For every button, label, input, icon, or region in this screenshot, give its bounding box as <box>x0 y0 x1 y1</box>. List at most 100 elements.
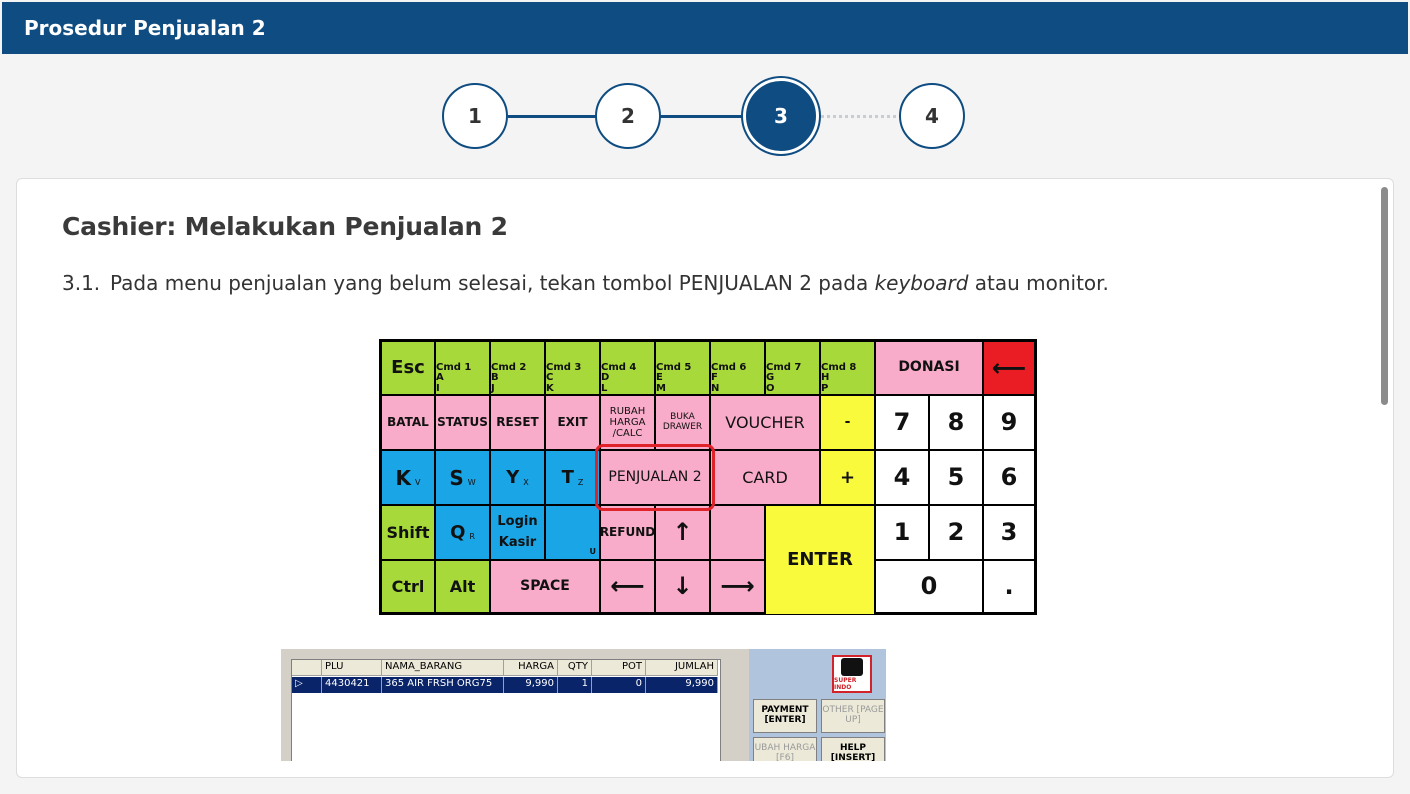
key-k: KV <box>381 450 435 505</box>
instruction-number: 3.1. <box>62 271 101 295</box>
key-y: YX <box>490 450 545 505</box>
key-alt: Alt <box>435 560 490 613</box>
key-voucher: VOUCHER <box>710 395 820 450</box>
arrow-left-icon: ⟵ <box>610 572 645 601</box>
key-3-label: 3 <box>1000 518 1018 547</box>
col-harga: HARGA <box>504 660 558 675</box>
key-cmd-1-sub-a: A <box>436 372 444 383</box>
key-cmd-6-sub-a: F <box>711 372 718 383</box>
key-cmd-5-sub-b: M <box>656 382 666 394</box>
key-buka-drawer-label: BUKA DRAWER <box>662 411 703 432</box>
key-6: 6 <box>983 450 1035 505</box>
key-shift-label: Shift <box>386 522 430 542</box>
key-cmd-2: Cmd 2BJ <box>490 341 545 395</box>
key-9-label: 9 <box>1000 408 1018 437</box>
key-rubah-harga-label: RUBAH HARGA /CALC <box>609 406 646 439</box>
key-buka-drawer: BUKA DRAWER <box>655 395 710 450</box>
step-1[interactable]: 1 <box>442 83 508 149</box>
key-s: SW <box>435 450 490 505</box>
key-k-sub: V <box>415 478 421 488</box>
key-plus-label: + <box>839 466 856 488</box>
highlight-penjualan-2 <box>595 444 715 511</box>
key-0: 0 <box>875 560 983 613</box>
key-exit-label: EXIT <box>557 414 588 429</box>
key-u: U <box>545 505 600 560</box>
key-login-kasir-label: Login Kasir <box>497 513 538 550</box>
instruction-step-3-1: 3.1. Pada menu penjualan yang belum seles… <box>62 271 1109 295</box>
cell-jumlah: 9,990 <box>646 677 718 693</box>
key-backspace: ⟵ <box>983 341 1035 395</box>
instruction-text-before: Pada menu penjualan yang belum selesai, … <box>110 271 679 295</box>
key-cmd-7: Cmd 7GO <box>765 341 820 395</box>
key-7-label: 7 <box>893 408 911 437</box>
superindo-logo: SUPER INDO <box>832 655 872 693</box>
key-ctrl-label: Ctrl <box>391 576 425 596</box>
step-3-current[interactable]: 3 <box>746 81 816 151</box>
cell-qty: 1 <box>558 677 592 693</box>
arrow-right-icon: ⟶ <box>720 572 755 601</box>
col-plu: PLU <box>322 660 382 675</box>
col-marker <box>292 660 322 675</box>
key-q-sub: R <box>469 532 475 542</box>
key-donasi: DONASI <box>875 341 983 395</box>
key-cmd-8-sub-b: P <box>821 382 829 394</box>
key-alt-label: Alt <box>449 576 476 596</box>
table-row: ▷ 4430421 365 AIR FRSH ORG75 9,990 1 0 9… <box>292 677 718 693</box>
key-reset: RESET <box>490 395 545 450</box>
key-s-label: S <box>449 465 464 490</box>
step-connector-3-4 <box>814 115 902 118</box>
key-space-label: SPACE <box>520 577 570 594</box>
key-cmd-1-sub-b: I <box>436 382 440 394</box>
key-3: 3 <box>983 505 1035 560</box>
key-cmd-2-sub-a: B <box>491 372 499 383</box>
key-1: 1 <box>875 505 929 560</box>
key-plus: + <box>820 450 875 505</box>
key-8-label: 8 <box>947 408 965 437</box>
key-arrow-up: ↑ <box>655 505 710 560</box>
logo-text: SUPER INDO <box>834 676 857 691</box>
instruction-text-after: atau monitor. <box>968 271 1109 295</box>
key-cmd-3-sub-a: C <box>546 372 554 383</box>
key-t-sub: Z <box>577 478 584 488</box>
step-2[interactable]: 2 <box>595 83 661 149</box>
key-esc-label: Esc <box>391 357 425 379</box>
key-card-label: CARD <box>742 467 788 487</box>
step-connector-1-2 <box>508 115 598 118</box>
key-4: 4 <box>875 450 929 505</box>
key-cmd-2-sub-b: J <box>491 382 495 394</box>
key-t: TZ <box>545 450 600 505</box>
help-button[interactable]: HELP [INSERT] <box>821 737 885 761</box>
col-pot: POT <box>592 660 646 675</box>
key-cmd-6-sub-b: N <box>711 382 720 394</box>
key-6-label: 6 <box>1000 463 1018 492</box>
scrollbar-thumb[interactable] <box>1381 187 1388 405</box>
key-donasi-label: DONASI <box>898 359 960 376</box>
key-esc: Esc <box>381 341 435 395</box>
payment-button[interactable]: PAYMENT [ENTER] <box>753 699 817 733</box>
cell-pot: 0 <box>592 677 646 693</box>
key-cmd-4: Cmd 4DL <box>600 341 655 395</box>
key-2-label: 2 <box>947 518 965 547</box>
key-enter: ENTER <box>765 505 875 615</box>
key-4-label: 4 <box>893 463 911 492</box>
key-2: 2 <box>929 505 983 560</box>
instruction-text-italic: keyboard <box>874 271 969 295</box>
key-rubah-harga: RUBAH HARGA /CALC <box>600 395 655 450</box>
key-dot: . <box>983 560 1035 613</box>
key-refund-label: REFUND <box>599 524 656 539</box>
pos-screenshot: PLU NAMA_BARANG HARGA QTY POT JUMLAH ▷ 4… <box>281 649 886 761</box>
step-4[interactable]: 4 <box>899 83 965 149</box>
key-k-label: K <box>395 465 412 490</box>
key-cmd-6: Cmd 6FN <box>710 341 765 395</box>
other-button[interactable]: OTHER [PAGE UP] <box>821 699 885 733</box>
key-t-label: T <box>561 466 574 488</box>
ubah-harga-button[interactable]: UBAH HARGA [F6] <box>753 737 817 761</box>
key-1-label: 1 <box>893 518 911 547</box>
key-0-label: 0 <box>920 572 938 601</box>
key-cmd-3: Cmd 3CK <box>545 341 600 395</box>
content-frame: 1 2 3 4 Cashier: Melakukan Penjualan 2 3… <box>2 54 1408 792</box>
key-login-kasir: Login Kasir <box>490 505 545 560</box>
key-exit: EXIT <box>545 395 600 450</box>
table-header: PLU NAMA_BARANG HARGA QTY POT JUMLAH <box>292 660 718 676</box>
key-y-sub: X <box>523 478 529 488</box>
